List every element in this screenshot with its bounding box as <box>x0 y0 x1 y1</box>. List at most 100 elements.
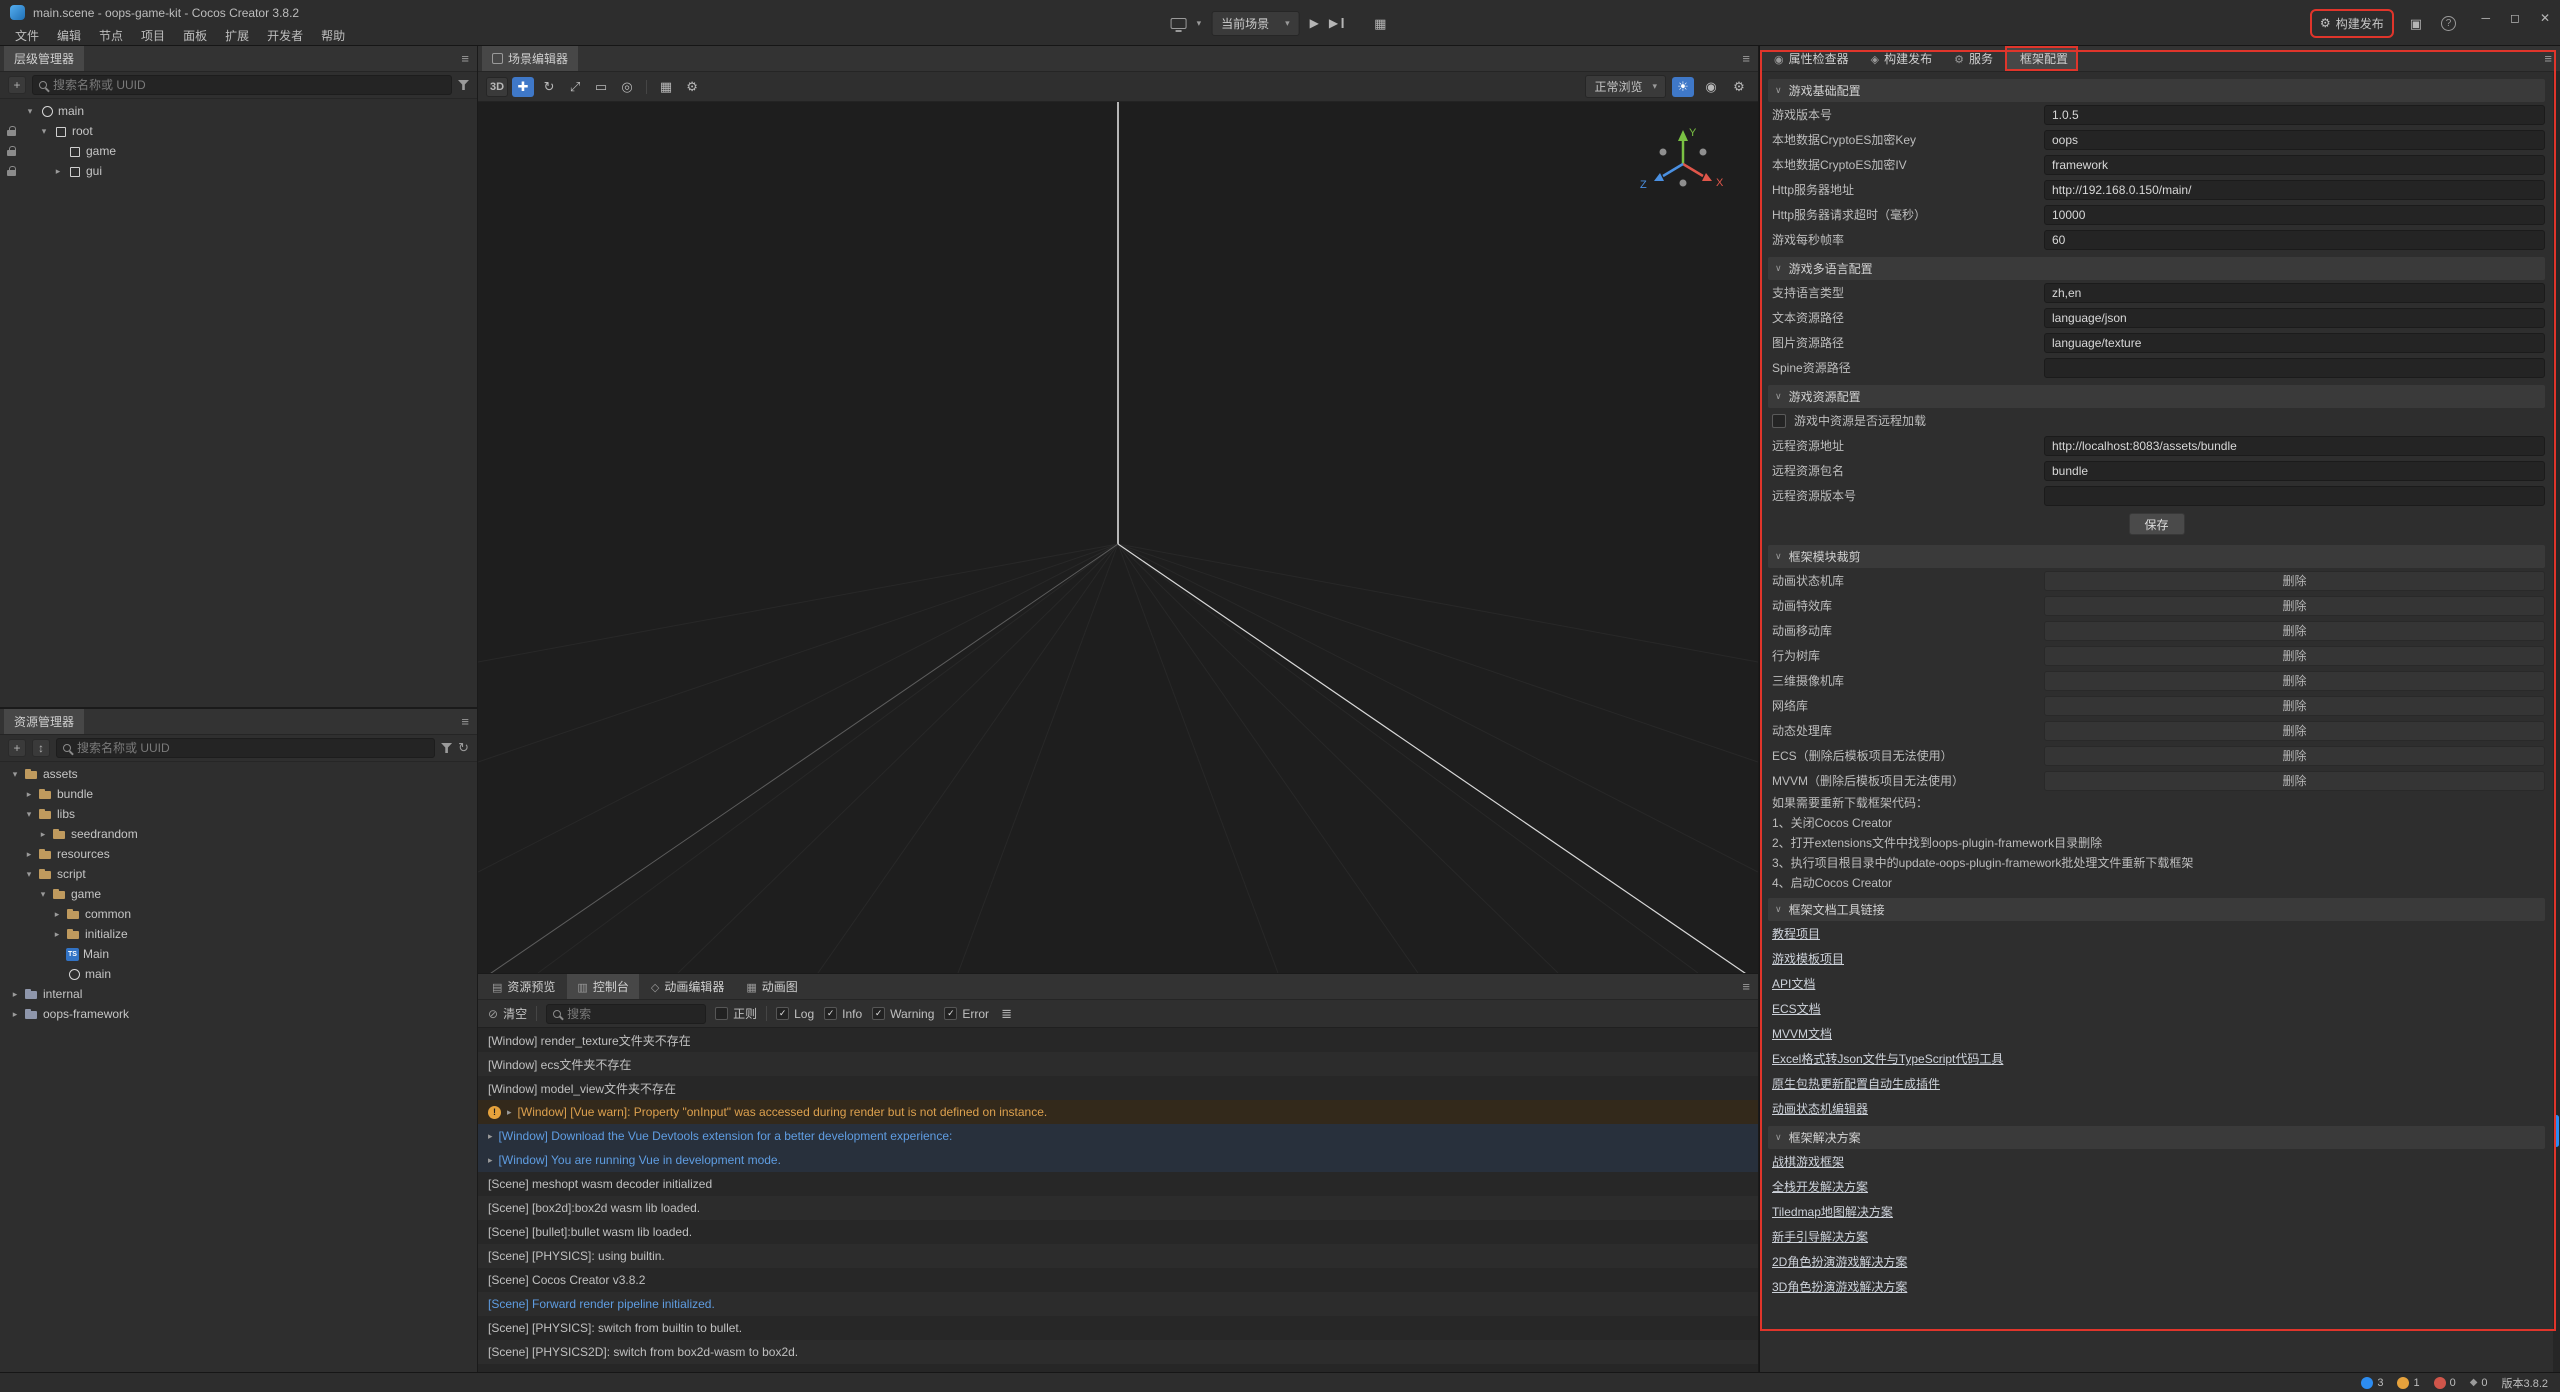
help-icon[interactable]: ? <box>2441 16 2456 31</box>
menu-item[interactable]: 文件 <box>6 24 48 47</box>
solution-link[interactable]: 战棋游戏框架 <box>1772 1153 1844 1170</box>
field-input[interactable] <box>2044 308 2545 328</box>
expand-chevron-icon[interactable]: ▸ <box>488 1155 493 1166</box>
tab-scene-editor[interactable]: 场景编辑器 <box>482 46 578 71</box>
asset-node-row[interactable]: assets <box>0 764 477 784</box>
delete-module-button[interactable]: 删除 <box>2044 646 2545 666</box>
section-header-solutions[interactable]: ∨ 框架解决方案 <box>1768 1126 2545 1149</box>
gizmo-settings-icon[interactable]: ⚙ <box>681 77 703 97</box>
panel-menu-icon[interactable]: ≡ <box>1742 979 1750 994</box>
console-filter-checkbox[interactable]: Info <box>824 1007 862 1021</box>
console-log-line[interactable]: ▸ [Scene] Forward render pipeline initia… <box>478 1292 1758 1316</box>
asset-node-row[interactable]: common <box>0 904 477 924</box>
3d-toggle-button[interactable]: 3D <box>486 77 508 97</box>
assets-search-input[interactable] <box>56 738 435 758</box>
grid-snap-icon[interactable]: ▦ <box>655 77 677 97</box>
console-search-field[interactable] <box>567 1007 699 1021</box>
asset-node-row[interactable]: bundle <box>0 784 477 804</box>
sort-icon[interactable]: ↕ <box>32 739 50 757</box>
delete-module-button[interactable]: 删除 <box>2044 671 2545 691</box>
expand-arrow-icon[interactable] <box>24 789 34 800</box>
field-input[interactable] <box>2044 205 2545 225</box>
package-icon[interactable]: ▣ <box>2407 15 2425 32</box>
console-filter-checkbox[interactable]: Warning <box>872 1007 934 1021</box>
minimize-button[interactable]: ─ <box>2481 11 2490 25</box>
console-log-line[interactable]: ▸ [Scene] [bullet]:bullet wasm lib loade… <box>478 1220 1758 1244</box>
asset-node-row[interactable]: Main <box>0 944 477 964</box>
field-input[interactable] <box>2044 461 2545 481</box>
console-log-line[interactable]: ▸ [Scene] Cocos Creator v3.8.2 <box>478 1268 1758 1292</box>
asset-node-row[interactable]: seedrandom <box>0 824 477 844</box>
panel-menu-icon[interactable]: ≡ <box>1742 51 1750 66</box>
doc-link[interactable]: API文档 <box>1772 975 1815 992</box>
play-button[interactable]: ▶ <box>1310 16 1319 30</box>
rotate-tool-icon[interactable]: ↻ <box>538 77 560 97</box>
refresh-icon[interactable]: ↻ <box>458 740 469 756</box>
assets-search-field[interactable] <box>77 741 428 755</box>
console-log-line[interactable]: ▸ [Scene] meshopt wasm decoder initializ… <box>478 1172 1758 1196</box>
asset-node-row[interactable]: script <box>0 864 477 884</box>
current-scene-select[interactable]: 当前场景 ▾ <box>1211 11 1300 36</box>
delete-module-button[interactable]: 删除 <box>2044 721 2545 741</box>
axis-gizmo[interactable]: Y X Z <box>1640 127 1724 191</box>
menu-item[interactable]: 扩展 <box>216 24 258 47</box>
menu-item[interactable]: 项目 <box>132 24 174 47</box>
hierarchy-search-input[interactable] <box>32 75 452 95</box>
scale-tool-icon[interactable]: ⤢ <box>564 77 586 97</box>
step-button[interactable]: ▶ <box>1329 16 1343 30</box>
device-preview-icon[interactable] <box>1171 18 1187 29</box>
expand-arrow-icon[interactable] <box>10 769 20 780</box>
scrollbar-thumb[interactable] <box>2554 1115 2559 1147</box>
field-input[interactable] <box>2044 180 2545 200</box>
hierarchy-node-row[interactable]: main <box>0 101 477 121</box>
bottom-panel-tab[interactable]: 动画图 <box>736 974 807 999</box>
console-filter-checkbox[interactable]: Log <box>776 1007 814 1021</box>
field-input[interactable] <box>2044 358 2545 378</box>
section-header-docs[interactable]: ∨ 框架文档工具链接 <box>1768 898 2545 921</box>
layout-icon[interactable]: ▦ <box>1371 15 1389 32</box>
solution-link[interactable]: 2D角色扮演游戏解决方案 <box>1772 1253 1907 1270</box>
doc-link[interactable]: 游戏模板项目 <box>1772 950 1844 967</box>
expand-chevron-icon[interactable]: ▸ <box>488 1131 493 1142</box>
field-input[interactable] <box>2044 105 2545 125</box>
bottom-panel-tab[interactable]: 资源预览 <box>482 974 565 999</box>
console-log-line[interactable]: ▸ [Window] Download the Vue Devtools ext… <box>478 1124 1758 1148</box>
expand-arrow-icon[interactable] <box>52 929 62 940</box>
doc-link[interactable]: Excel格式转Json文件与TypeScript代码工具 <box>1772 1050 2003 1067</box>
expand-arrow-icon[interactable] <box>52 909 62 920</box>
expand-arrow-icon[interactable] <box>24 869 34 880</box>
doc-link[interactable]: 教程项目 <box>1772 925 1820 942</box>
info-count[interactable]: 3 <box>2361 1377 2383 1389</box>
delete-module-button[interactable]: 删除 <box>2044 696 2545 716</box>
close-button[interactable]: ✕ <box>2540 11 2550 25</box>
field-input[interactable] <box>2044 230 2545 250</box>
console-log-line[interactable]: ▸ [Window] You are running Vue in develo… <box>478 1148 1758 1172</box>
delete-module-button[interactable]: 删除 <box>2044 621 2545 641</box>
console-log-line[interactable]: ▸ [Window] model_view文件夹不存在 <box>478 1076 1758 1100</box>
console-filter-checkbox[interactable]: Error <box>944 1007 989 1021</box>
delete-module-button[interactable]: 删除 <box>2044 771 2545 791</box>
field-input[interactable] <box>2044 486 2545 506</box>
build-publish-button[interactable]: ⚙ 构建发布 <box>2313 12 2391 35</box>
asset-node-row[interactable]: main <box>0 964 477 984</box>
asset-node-row[interactable]: libs <box>0 804 477 824</box>
console-log-line[interactable]: ▸ [Scene] [PHYSICS]: switch from builtin… <box>478 1316 1758 1340</box>
console-log-line[interactable]: ▸ [Window] ecs文件夹不存在 <box>478 1052 1758 1076</box>
error-count[interactable]: 0 <box>2434 1377 2456 1389</box>
console-search-input[interactable] <box>546 1004 706 1024</box>
save-button[interactable]: 保存 <box>2129 513 2185 535</box>
clear-console-button[interactable]: ⊘ 清空 <box>488 1005 527 1022</box>
transform-space-icon[interactable]: ◎ <box>616 77 638 97</box>
create-node-button[interactable]: + <box>8 76 26 94</box>
bottom-panel-tab[interactable]: 控制台 <box>567 974 638 999</box>
section-header-modules[interactable]: ∨ 框架模块裁剪 <box>1768 545 2545 568</box>
menu-item[interactable]: 面板 <box>174 24 216 47</box>
expand-arrow-icon[interactable] <box>10 989 20 1000</box>
asset-node-row[interactable]: oops-framework <box>0 1004 477 1024</box>
scene-settings-gear-icon[interactable]: ⚙ <box>1728 77 1750 97</box>
field-input[interactable] <box>2044 283 2545 303</box>
console-log-line[interactable]: ▸ [Scene] [PHYSICS]: using builtin. <box>478 1244 1758 1268</box>
solution-link[interactable]: 全栈开发解决方案 <box>1772 1178 1868 1195</box>
solution-link[interactable]: Tiledmap地图解决方案 <box>1772 1203 1893 1220</box>
section-header-basic[interactable]: ∨ 游戏基础配置 <box>1768 79 2545 102</box>
